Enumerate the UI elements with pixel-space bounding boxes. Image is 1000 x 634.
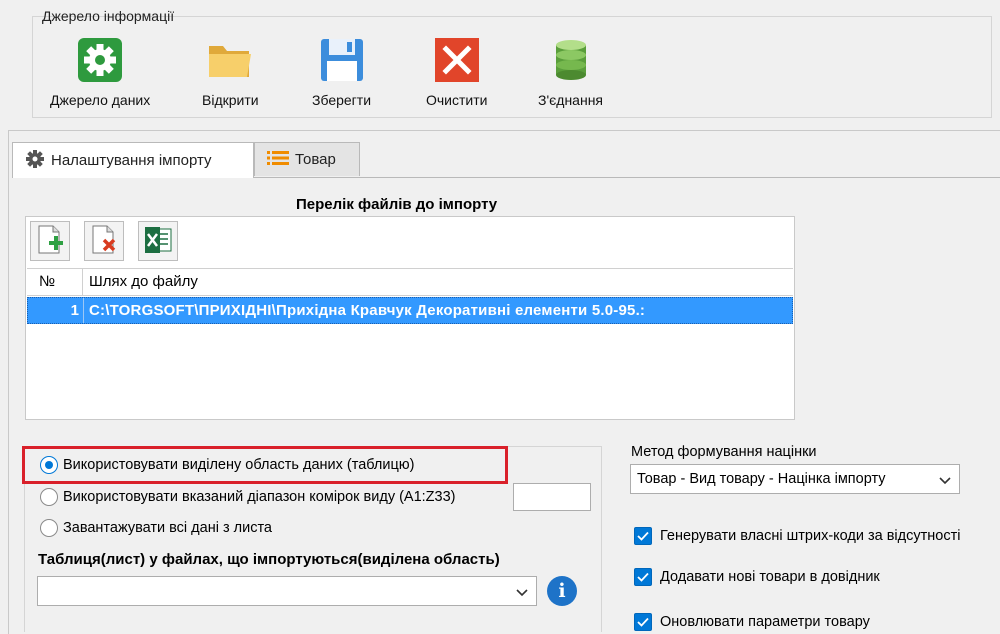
checkmark-icon [637,531,649,541]
delete-file-button[interactable] [84,221,124,261]
markup-method-select[interactable]: Товар - Вид товару - Націнка імпорту [630,464,960,494]
connection-label: З'єднання [538,92,604,108]
ribbon-group-title: Джерело інформації [42,8,175,24]
checkbox-checked[interactable] [634,568,652,586]
row-number: 1 [28,298,84,323]
add-file-button[interactable] [30,221,70,261]
chevron-down-icon [516,586,528,602]
open-label: Відкрити [202,92,259,108]
table-row[interactable]: 1 C:\TORGSOFT\ПРИХІДНІ\Прихідна Кравчук … [27,297,793,324]
column-header-number[interactable]: № [27,269,83,295]
table-sheet-label: Таблиця(лист) у файлах, що імпортуються(… [38,551,500,568]
connection-button[interactable]: З'єднання [538,36,603,108]
gear-icon [76,36,124,84]
info-icon: i [558,580,566,602]
markup-method-value: Товар - Вид товару - Націнка імпорту [637,471,886,487]
chevron-down-icon [939,474,951,490]
checkbox-update-product-params[interactable]: Оновлювати параметри товару [634,613,870,631]
radio-button[interactable] [40,488,58,506]
checkmark-icon [637,617,649,627]
checkbox-checked[interactable] [634,527,652,545]
checkbox-add-new-products-label: Додавати нові товари в довідник [660,569,880,585]
tab-import-settings-label: Налаштування імпорту [51,152,212,169]
files-grid-header: № Шлях до файлу [27,268,793,296]
folder-icon [206,36,254,84]
data-source-label: Джерело даних [50,92,151,108]
checkbox-generate-barcodes[interactable]: Генерувати власні штрих-коди за відсутно… [634,527,960,545]
cell-range-input[interactable] [513,483,591,511]
markup-method-label: Метод формування націнки [631,444,817,460]
save-label: Зберегти [312,92,372,108]
delete-file-icon [90,225,118,258]
checkbox-checked[interactable] [634,613,652,631]
database-icon [547,36,595,84]
highlight-box [22,446,508,484]
radio-load-all-data[interactable]: Завантажувати всі дані з листа [40,519,272,537]
data-source-button[interactable]: Джерело даних [50,36,150,108]
open-button[interactable]: Відкрити [202,36,259,108]
table-sheet-select[interactable] [37,576,537,606]
floppy-disk-icon [318,36,366,84]
radio-button[interactable] [40,519,58,537]
tab-product-label: Товар [295,151,336,168]
checkbox-add-new-products[interactable]: Додавати нові товари в довідник [634,568,880,586]
list-icon [267,150,289,170]
clear-label: Очистити [426,92,488,108]
clear-button[interactable]: Очистити [426,36,487,108]
radio-use-cell-range[interactable]: Використовувати вказаний діапазон коміро… [40,488,456,506]
column-header-path[interactable]: Шлях до файлу [83,269,793,295]
info-button[interactable]: i [547,576,577,606]
excel-button[interactable] [138,221,178,261]
ribbon-group-data-source [32,16,992,118]
tab-import-settings[interactable]: Налаштування імпорту [12,142,254,178]
gear-icon [25,149,45,173]
excel-icon [143,225,173,258]
checkmark-icon [637,572,649,582]
row-file-path: C:\TORGSOFT\ПРИХІДНІ\Прихідна Кравчук Де… [89,302,646,319]
tab-product[interactable]: Товар [254,142,360,176]
save-button[interactable]: Зберегти [312,36,371,108]
radio-use-cell-range-label: Використовувати вказаний діапазон коміро… [63,489,456,505]
add-file-icon [36,225,64,258]
checkbox-update-product-params-label: Оновлювати параметри товару [660,614,870,630]
checkbox-generate-barcodes-label: Генерувати власні штрих-коди за відсутно… [660,528,961,544]
clear-x-icon [433,36,481,84]
files-list-title: Перелік файлів до імпорту [296,196,498,213]
radio-load-all-data-label: Завантажувати всі дані з листа [63,520,272,536]
